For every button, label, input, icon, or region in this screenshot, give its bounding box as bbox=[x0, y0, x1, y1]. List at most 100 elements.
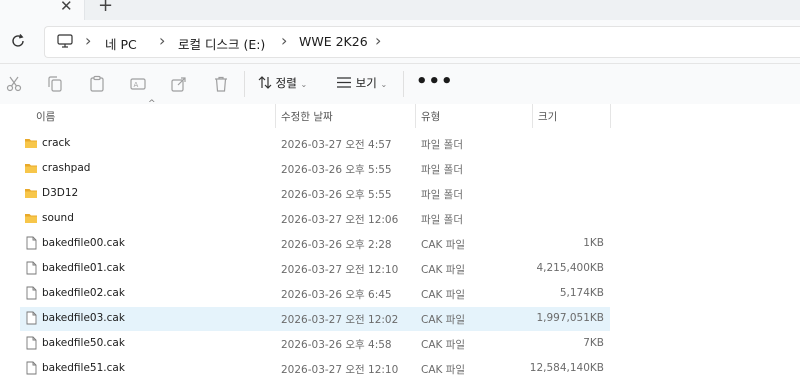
file-date: 2026-03-27 오전 12:06 bbox=[281, 214, 399, 226]
active-tab[interactable]: ✕ bbox=[0, 0, 85, 20]
file-name: bakedfile51.cak bbox=[42, 362, 125, 374]
paste-icon[interactable] bbox=[88, 75, 106, 93]
folder-icon bbox=[25, 139, 37, 148]
file-size: 5,174KB bbox=[559, 287, 604, 299]
file-date: 2026-03-26 오후 6:45 bbox=[281, 289, 392, 301]
chevron-right-icon: › bbox=[281, 31, 288, 50]
column-header-name[interactable]: 이름 bbox=[36, 109, 55, 124]
file-row[interactable]: bakedfile03.cak 2026-03-27 오전 12:02 CAK 파일… bbox=[20, 307, 610, 331]
file-row[interactable]: bakedfile51.cak 2026-03-27 오전 12:10 CAK 파일… bbox=[20, 357, 610, 381]
file-icon bbox=[26, 311, 37, 325]
file-name: sound bbox=[42, 212, 74, 224]
file-type: 파일 폴더 bbox=[421, 189, 463, 201]
breadcrumb-local-disk[interactable]: 로컬 디스크 (E:) bbox=[178, 34, 265, 53]
file-name: bakedfile03.cak bbox=[42, 312, 125, 324]
file-icon bbox=[26, 261, 37, 275]
view-button[interactable]: 보기 ⌄ bbox=[336, 75, 387, 91]
file-row[interactable]: sound 2026-03-27 오전 12:06 파일 폴더 bbox=[20, 207, 610, 231]
folder-icon bbox=[25, 214, 37, 223]
file-row[interactable]: bakedfile01.cak 2026-03-27 오전 12:10 CAK 파일… bbox=[20, 257, 610, 281]
refresh-icon[interactable] bbox=[9, 32, 27, 50]
column-header-size[interactable]: 크기 bbox=[538, 109, 557, 124]
sort-button[interactable]: 정렬 ⌄ bbox=[258, 75, 307, 91]
file-list: ^ 이름 수정한 날짜 유형 크기 crack 2026-03-27 오전 4:5… bbox=[0, 99, 800, 387]
file-date: 2026-03-26 오후 2:28 bbox=[281, 239, 392, 251]
chevron-right-icon: › bbox=[375, 31, 382, 50]
address-bar[interactable]: › 네 PC › 로컬 디스크 (E:) › WWE 2K26 › bbox=[44, 26, 800, 58]
file-type: 파일 폴더 bbox=[421, 139, 463, 151]
sort-label: 정렬 bbox=[275, 76, 297, 90]
delete-icon[interactable] bbox=[212, 75, 230, 93]
view-label: 보기 bbox=[355, 76, 377, 90]
file-row[interactable]: bakedfile50.cak 2026-03-26 오후 4:58 CAK 파일 7… bbox=[20, 332, 610, 356]
file-type: CAK 파일 bbox=[421, 264, 466, 276]
file-size: 12,584,140KB bbox=[529, 362, 604, 374]
column-header-date[interactable]: 수정한 날짜 bbox=[281, 109, 333, 124]
file-size: 7KB bbox=[583, 337, 604, 349]
cut-icon[interactable] bbox=[5, 75, 23, 93]
file-icon bbox=[26, 236, 37, 250]
copy-icon[interactable] bbox=[46, 75, 64, 93]
folder-icon bbox=[25, 164, 37, 173]
file-type: CAK 파일 bbox=[421, 339, 466, 351]
file-type: 파일 폴더 bbox=[421, 164, 463, 176]
file-icon bbox=[26, 286, 37, 300]
chevron-right-icon: › bbox=[85, 31, 92, 50]
chevron-down-icon: ⌄ bbox=[300, 80, 308, 89]
file-name: crashpad bbox=[42, 162, 91, 174]
file-name: crack bbox=[42, 137, 71, 149]
file-icon bbox=[26, 336, 37, 350]
file-name: bakedfile01.cak bbox=[42, 262, 125, 274]
file-row[interactable]: crack 2026-03-27 오전 4:57 파일 폴더 bbox=[20, 132, 610, 156]
file-name: bakedfile02.cak bbox=[42, 287, 125, 299]
file-date: 2026-03-27 오전 12:10 bbox=[281, 264, 399, 276]
folder-icon bbox=[25, 189, 37, 198]
breadcrumb-current-folder[interactable]: WWE 2K26 bbox=[299, 34, 368, 49]
computer-icon bbox=[57, 34, 73, 48]
navigation-bar: › 네 PC › 로컬 디스크 (E:) › WWE 2K26 › bbox=[0, 20, 800, 64]
chevron-down-icon: ⌄ bbox=[380, 80, 388, 89]
share-icon[interactable] bbox=[170, 75, 188, 93]
column-divider[interactable] bbox=[610, 104, 611, 128]
file-name: bakedfile50.cak bbox=[42, 337, 125, 349]
file-date: 2026-03-26 오후 4:58 bbox=[281, 339, 392, 351]
file-date: 2026-03-26 오후 5:55 bbox=[281, 189, 392, 201]
file-row[interactable]: bakedfile00.cak 2026-03-26 오후 2:28 CAK 파일 1… bbox=[20, 232, 610, 256]
file-size: 1,997,051KB bbox=[536, 312, 604, 324]
command-toolbar: A 정렬 ⌄ 보기 ⌄ ••• bbox=[0, 64, 800, 104]
more-options-button[interactable]: ••• bbox=[416, 71, 454, 92]
column-divider[interactable] bbox=[415, 104, 416, 128]
file-date: 2026-03-27 오전 12:02 bbox=[281, 314, 399, 326]
file-type: CAK 파일 bbox=[421, 364, 466, 376]
file-row[interactable]: D3D12 2026-03-26 오후 5:55 파일 폴더 bbox=[20, 182, 610, 206]
file-name: bakedfile00.cak bbox=[42, 237, 125, 249]
file-date: 2026-03-26 오후 5:55 bbox=[281, 164, 392, 176]
column-header-type[interactable]: 유형 bbox=[421, 109, 440, 124]
sort-ascending-icon: ^ bbox=[148, 99, 156, 109]
toolbar-divider bbox=[244, 71, 245, 97]
file-type: CAK 파일 bbox=[421, 289, 466, 301]
file-type: 파일 폴더 bbox=[421, 214, 463, 226]
breadcrumb-this-pc[interactable]: 네 PC bbox=[105, 34, 137, 53]
file-type: CAK 파일 bbox=[421, 314, 466, 326]
svg-text:A: A bbox=[134, 81, 139, 89]
new-tab-icon[interactable]: + bbox=[98, 0, 113, 16]
file-date: 2026-03-27 오전 12:10 bbox=[281, 364, 399, 376]
file-size: 1KB bbox=[583, 237, 604, 249]
file-row[interactable]: crashpad 2026-03-26 오후 5:55 파일 폴더 bbox=[20, 157, 610, 181]
view-lines-icon bbox=[337, 77, 351, 88]
tab-strip: ✕ + bbox=[0, 0, 800, 20]
file-type: CAK 파일 bbox=[421, 239, 466, 251]
chevron-right-icon: › bbox=[159, 31, 166, 50]
file-icon bbox=[26, 361, 37, 375]
close-tab-icon[interactable]: ✕ bbox=[60, 0, 73, 15]
rename-icon[interactable]: A bbox=[129, 75, 147, 93]
toolbar-divider bbox=[403, 71, 404, 97]
file-name: D3D12 bbox=[42, 187, 79, 199]
sort-icon bbox=[258, 76, 272, 89]
file-size: 4,215,400KB bbox=[536, 262, 604, 274]
column-divider[interactable] bbox=[275, 104, 276, 128]
file-row[interactable]: bakedfile02.cak 2026-03-26 오후 6:45 CAK 파일 5… bbox=[20, 282, 610, 306]
column-divider[interactable] bbox=[532, 104, 533, 128]
file-date: 2026-03-27 오전 4:57 bbox=[281, 139, 392, 151]
